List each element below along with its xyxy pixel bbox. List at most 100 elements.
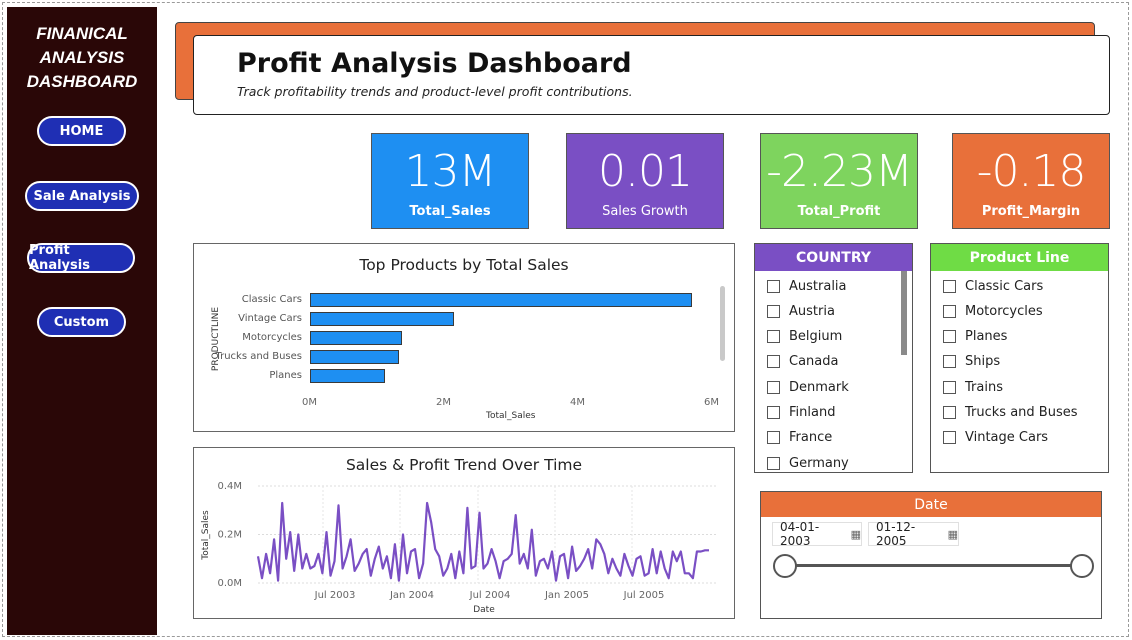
checkbox[interactable] bbox=[943, 279, 956, 293]
slicer-option-label: Trains bbox=[965, 379, 1003, 395]
country-slicer: COUNTRY Australia Austria Belgium Canada Den… bbox=[754, 243, 913, 473]
header-card: Profit Analysis Dashboard Track profitab… bbox=[193, 35, 1110, 115]
bar[interactable] bbox=[310, 331, 402, 345]
bar[interactable] bbox=[310, 312, 455, 326]
bar-category-label: Classic Cars bbox=[241, 294, 302, 305]
line-x-tick: Jan 2004 bbox=[389, 590, 434, 601]
line-y-tick: 0.0M bbox=[217, 578, 242, 589]
calendar-icon[interactable]: ▦ bbox=[851, 528, 861, 541]
sidebar: FINANICAL ANALYSIS DASHBOARD HOME Sale A… bbox=[7, 7, 157, 635]
sidebar-title-line: DASHBOARD bbox=[26, 72, 138, 91]
bar-x-tick: 4M bbox=[570, 397, 585, 408]
kpi-value: -0.18 bbox=[976, 146, 1087, 197]
bar-chart-panel: Top Products by Total Sales PRODUCTLINE … bbox=[193, 243, 735, 432]
start-date-input[interactable]: 04-01-2003 ▦ bbox=[772, 520, 862, 548]
sales-trend-line bbox=[256, 501, 709, 582]
slicer-option[interactable]: Canada bbox=[767, 352, 838, 372]
end-date-input[interactable]: 01-12-2005 ▦ bbox=[868, 520, 959, 548]
kpi-label: Total_Profit bbox=[797, 204, 881, 219]
bar[interactable] bbox=[310, 293, 692, 307]
kpi-profit-margin: -0.18 Profit_Margin bbox=[952, 133, 1110, 229]
line-chart-svg: 0.0M 0.2M 0.4M Jul 2003 Jan 2004 Jul 2004 Jan … bbox=[201, 481, 716, 615]
kpi-total-profit: -2.23M Total_Profit bbox=[760, 133, 918, 229]
checkbox[interactable] bbox=[943, 406, 956, 419]
checkbox[interactable] bbox=[767, 456, 780, 470]
slicer-option-label: Classic Cars bbox=[965, 278, 1044, 294]
date-range-end-handle[interactable] bbox=[1070, 554, 1094, 578]
checkbox[interactable] bbox=[943, 330, 956, 344]
line-chart-panel: Sales & Profit Trend Over Time 0.0M 0.2M 0… bbox=[193, 447, 735, 619]
product-line-slicer: Product Line Classic Cars Motorcycles Plan… bbox=[930, 243, 1109, 473]
line-y-tick: 0.2M bbox=[217, 530, 242, 541]
kpi-total-sales: 13M Total_Sales bbox=[371, 133, 529, 229]
line-x-axis-title: Date bbox=[473, 605, 495, 615]
kpi-label: Profit_Margin bbox=[981, 204, 1081, 219]
country-slicer-header: COUNTRY bbox=[755, 244, 912, 271]
checkbox[interactable] bbox=[767, 304, 780, 318]
profit-analysis-button[interactable]: Profit Analysis bbox=[27, 243, 135, 273]
checkbox[interactable] bbox=[767, 355, 780, 369]
bar-category-label: Vintage Cars bbox=[238, 313, 302, 324]
slicer-option[interactable]: France bbox=[767, 428, 832, 448]
slicer-option-label: Germany bbox=[789, 455, 849, 471]
checkbox[interactable] bbox=[767, 406, 780, 419]
checkbox[interactable] bbox=[943, 355, 956, 369]
slicer-option[interactable]: Austria bbox=[767, 301, 835, 321]
date-slicer-header: Date bbox=[761, 492, 1101, 517]
kpi-value: 13M bbox=[404, 146, 497, 197]
product-line-slicer-header: Product Line bbox=[931, 244, 1108, 271]
slicer-option-label: Planes bbox=[965, 329, 1008, 345]
slicer-option-label: Ships bbox=[965, 354, 1001, 370]
line-x-tick: Jul 2005 bbox=[623, 590, 665, 601]
checkbox[interactable] bbox=[943, 380, 956, 394]
line-y-tick: 0.4M bbox=[217, 481, 242, 492]
kpi-value: -2.23M bbox=[766, 146, 913, 197]
slicer-option[interactable]: Germany bbox=[767, 453, 849, 472]
start-date-value: 04-01-2003 bbox=[780, 520, 820, 548]
bar-x-tick: 2M bbox=[436, 397, 451, 408]
slicer-option[interactable]: Ships bbox=[943, 352, 1000, 372]
slicer-option[interactable]: Denmark bbox=[767, 377, 849, 397]
bar[interactable] bbox=[310, 369, 386, 383]
slicer-option-label: Austria bbox=[789, 303, 835, 319]
checkbox[interactable] bbox=[767, 380, 780, 394]
slicer-option[interactable]: Motorcycles bbox=[943, 301, 1043, 321]
bar-category-label: Planes bbox=[269, 370, 302, 381]
bar-chart-scrollbar[interactable] bbox=[720, 286, 725, 361]
bar-chart-title: Top Products by Total Sales bbox=[359, 256, 569, 274]
slicer-option-label: Motorcycles bbox=[965, 303, 1043, 319]
checkbox[interactable] bbox=[767, 431, 780, 445]
bar[interactable] bbox=[310, 350, 400, 364]
country-scrollbar[interactable] bbox=[901, 271, 907, 355]
slicer-option[interactable]: Classic Cars bbox=[943, 276, 1043, 296]
checkbox[interactable] bbox=[943, 431, 956, 445]
slicer-option-label: Denmark bbox=[789, 379, 849, 395]
slicer-option[interactable]: Planes bbox=[943, 327, 1007, 347]
slicer-option-label: Canada bbox=[789, 354, 839, 370]
sidebar-title-line: FINANICAL bbox=[36, 24, 128, 43]
line-x-tick: Jul 2004 bbox=[469, 590, 511, 601]
kpi-label: Total_Sales bbox=[409, 204, 491, 219]
date-slicer: Date bbox=[760, 491, 1102, 619]
slicer-option[interactable]: Finland bbox=[767, 403, 835, 423]
page-title: Profit Analysis Dashboard bbox=[237, 48, 632, 79]
checkbox[interactable] bbox=[943, 304, 956, 318]
sidebar-title: FINANICAL ANALYSIS DASHBOARD bbox=[7, 22, 157, 94]
sale-analysis-button[interactable]: Sale Analysis bbox=[25, 181, 139, 211]
slicer-option[interactable]: Trucks and Buses bbox=[943, 403, 1078, 423]
slicer-option[interactable]: Vintage Cars bbox=[943, 428, 1048, 448]
checkbox[interactable] bbox=[767, 279, 780, 293]
slicer-option-label: Trucks and Buses bbox=[965, 405, 1078, 420]
slicer-option-label: Belgium bbox=[789, 329, 843, 345]
slicer-option[interactable]: Australia bbox=[767, 276, 847, 296]
slicer-option[interactable]: Belgium bbox=[767, 327, 842, 347]
custom-button[interactable]: Custom bbox=[37, 307, 126, 337]
calendar-icon[interactable]: ▦ bbox=[948, 528, 958, 541]
slicer-option-label: France bbox=[789, 430, 833, 446]
slicer-option-label: Finland bbox=[789, 405, 836, 420]
home-button[interactable]: HOME bbox=[37, 116, 126, 146]
slicer-option[interactable]: Trains bbox=[943, 377, 1003, 397]
kpi-label: Sales Growth bbox=[602, 204, 688, 219]
date-range-start-handle[interactable] bbox=[773, 554, 797, 578]
checkbox[interactable] bbox=[767, 330, 780, 344]
